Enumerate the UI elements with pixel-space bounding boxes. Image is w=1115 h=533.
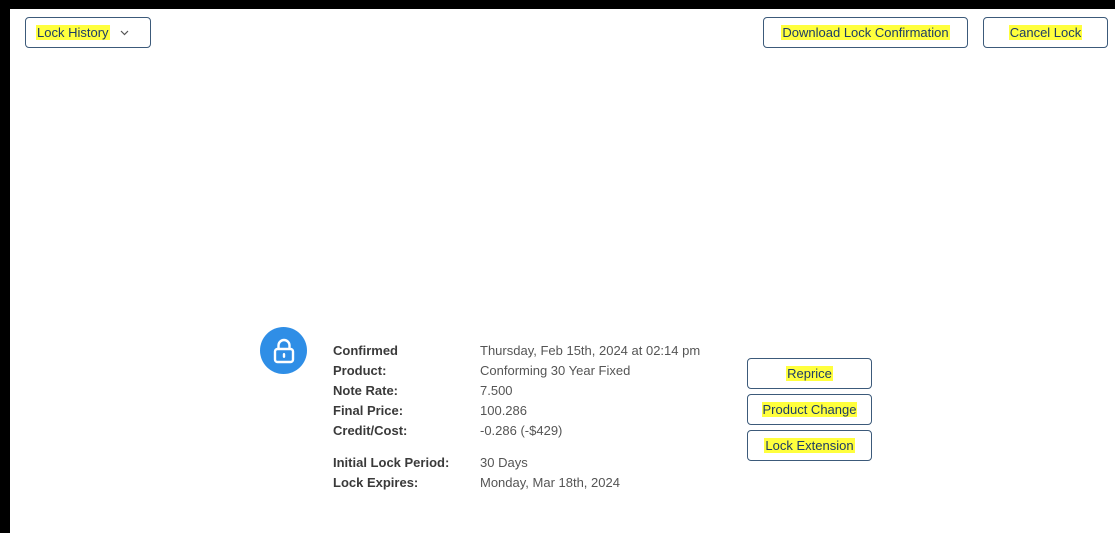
product-value: Conforming 30 Year Fixed — [480, 363, 631, 378]
final-price-label: Final Price: — [333, 403, 404, 418]
note-rate-label: Note Rate: — [333, 383, 399, 398]
download-lock-confirmation-label: Download Lock Confirmation — [781, 25, 950, 40]
download-lock-confirmation-button[interactable]: Download Lock Confirmation — [763, 17, 968, 48]
credit-cost-value: -0.286 (-$429) — [480, 423, 563, 438]
initial-lock-period-label: Initial Lock Period: — [333, 455, 450, 470]
reprice-button[interactable]: Reprice — [747, 358, 872, 389]
credit-cost-label: Credit/Cost: — [333, 423, 408, 438]
lock-history-label: Lock History — [36, 25, 110, 40]
lock-panel: Lock History Download Lock Confirmation … — [10, 9, 1115, 533]
chevron-down-icon — [120, 30, 129, 36]
lock-icon — [260, 327, 307, 374]
product-change-label: Product Change — [761, 402, 858, 417]
initial-lock-period-value: 30 Days — [480, 455, 528, 470]
status-label: Confirmed — [333, 343, 398, 358]
note-rate-value: 7.500 — [480, 383, 513, 398]
product-change-button[interactable]: Product Change — [747, 394, 872, 425]
status-value: Thursday, Feb 15th, 2024 at 02:14 pm — [480, 343, 701, 358]
lock-extension-button[interactable]: Lock Extension — [747, 430, 872, 461]
cancel-lock-button[interactable]: Cancel Lock — [983, 17, 1108, 48]
product-label: Product: — [333, 363, 387, 378]
lock-history-dropdown[interactable]: Lock History — [25, 17, 151, 48]
cancel-lock-label: Cancel Lock — [1008, 25, 1083, 40]
lock-expires-value: Monday, Mar 18th, 2024 — [480, 475, 620, 490]
lock-extension-label: Lock Extension — [764, 438, 855, 453]
lock-expires-label: Lock Expires: — [333, 475, 419, 490]
final-price-value: 100.286 — [480, 403, 527, 418]
reprice-label: Reprice — [786, 366, 833, 381]
